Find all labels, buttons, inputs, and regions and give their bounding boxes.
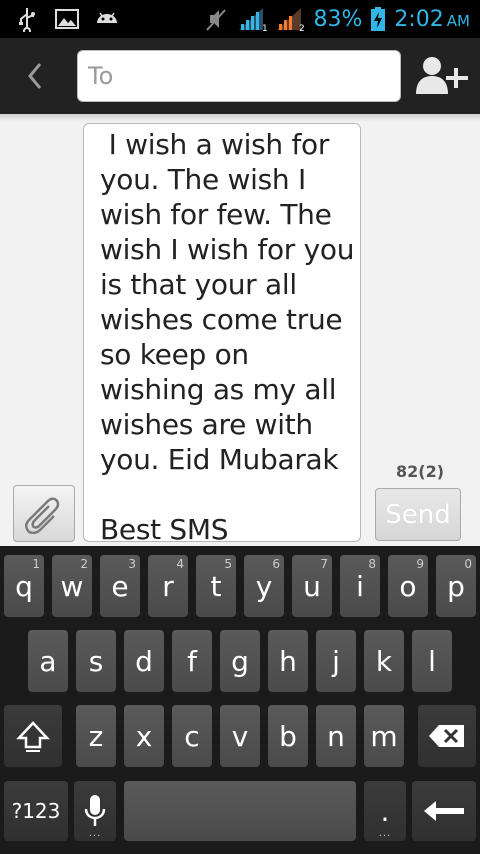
key-i[interactable]: i8 bbox=[340, 555, 380, 617]
battery-percent: 83% bbox=[313, 6, 363, 32]
key-d[interactable]: d bbox=[124, 630, 164, 692]
key-y-label: y bbox=[255, 569, 273, 603]
attach-button[interactable] bbox=[13, 485, 75, 542]
key-u-hint: 7 bbox=[320, 557, 328, 571]
key-l[interactable]: l bbox=[412, 630, 452, 692]
message-input[interactable]: I wish a wish for you. The wish I wish f… bbox=[83, 123, 361, 542]
key-w-hint: 2 bbox=[80, 557, 88, 571]
enter-arrow-icon bbox=[424, 801, 464, 821]
key-y[interactable]: y6 bbox=[244, 555, 284, 617]
key-h[interactable]: h bbox=[268, 630, 308, 692]
back-chevron-icon[interactable] bbox=[20, 60, 50, 92]
key-w[interactable]: w2 bbox=[52, 555, 92, 617]
key-t-hint: 5 bbox=[224, 557, 232, 571]
signal-sim1-icon: 1 bbox=[239, 8, 267, 32]
key-i-hint: 8 bbox=[368, 557, 376, 571]
add-contact-icon[interactable] bbox=[412, 54, 472, 98]
key-f[interactable]: f bbox=[172, 630, 212, 692]
message-text: I wish a wish for you. The wish I wish f… bbox=[100, 128, 355, 542]
system-icons: 1 2 83% 2:02 AM bbox=[203, 0, 470, 38]
key-o-label: o bbox=[399, 569, 417, 603]
key-z[interactable]: z bbox=[76, 705, 116, 767]
key-t-label: t bbox=[210, 569, 222, 603]
backspace-key[interactable] bbox=[418, 705, 476, 767]
clock-time: 2:02 bbox=[394, 6, 444, 32]
recipient-placeholder: To bbox=[88, 62, 114, 90]
key-e-hint: 3 bbox=[128, 557, 136, 571]
key-o[interactable]: o9 bbox=[388, 555, 428, 617]
screen: { "status_bar": { "battery_percent": "83… bbox=[0, 0, 480, 854]
key-e-label: e bbox=[111, 569, 129, 603]
android-icon bbox=[97, 12, 117, 23]
key-p[interactable]: p0 bbox=[436, 555, 476, 617]
key-v[interactable]: v bbox=[220, 705, 260, 767]
recipient-input[interactable]: To bbox=[77, 50, 401, 102]
key-r[interactable]: r4 bbox=[148, 555, 188, 617]
key-e[interactable]: e3 bbox=[100, 555, 140, 617]
paperclip-icon bbox=[24, 497, 60, 534]
compose-shadow bbox=[0, 114, 480, 122]
mic-key[interactable]: ... bbox=[74, 781, 116, 841]
mic-key-more-dots: ... bbox=[88, 828, 102, 839]
key-r-hint: 4 bbox=[176, 557, 184, 571]
key-x[interactable]: x bbox=[124, 705, 164, 767]
shift-icon bbox=[16, 721, 50, 752]
compose-area: I wish a wish for you. The wish I wish f… bbox=[0, 114, 480, 546]
key-j[interactable]: j bbox=[316, 630, 356, 692]
key-m[interactable]: m bbox=[364, 705, 404, 767]
clock: 2:02 AM bbox=[394, 7, 470, 32]
clock-ampm: AM bbox=[446, 11, 470, 30]
key-q-hint: 1 bbox=[32, 557, 40, 571]
battery-charging-icon bbox=[371, 7, 386, 31]
key-g[interactable]: g bbox=[220, 630, 260, 692]
svg-text:2: 2 bbox=[299, 24, 305, 32]
key-u-label: u bbox=[303, 569, 321, 603]
signal-sim2-icon: 2 bbox=[277, 8, 305, 32]
key-t[interactable]: t5 bbox=[196, 555, 236, 617]
usb-icon bbox=[19, 8, 35, 32]
gallery-icon bbox=[55, 9, 79, 29]
period-key-more-dots: ... bbox=[378, 828, 392, 839]
key-a[interactable]: a bbox=[28, 630, 68, 692]
key-s[interactable]: s bbox=[76, 630, 116, 692]
key-w-label: w bbox=[60, 569, 84, 603]
key-b[interactable]: b bbox=[268, 705, 308, 767]
key-u[interactable]: u7 bbox=[292, 555, 332, 617]
key-p-label: p bbox=[447, 569, 465, 603]
key-k[interactable]: k bbox=[364, 630, 404, 692]
status-bar: 1 2 83% 2:02 AM bbox=[0, 0, 480, 38]
enter-key[interactable] bbox=[412, 781, 476, 841]
key-p-hint: 0 bbox=[464, 557, 472, 571]
key-i-label: i bbox=[356, 569, 364, 603]
key-c[interactable]: c bbox=[172, 705, 212, 767]
key-n[interactable]: n bbox=[316, 705, 356, 767]
character-counter: 82(2) bbox=[396, 462, 445, 481]
shift-key[interactable] bbox=[4, 705, 62, 767]
action-bar: To bbox=[0, 38, 480, 114]
key-q-label: q bbox=[15, 569, 33, 603]
key-o-hint: 9 bbox=[416, 557, 424, 571]
period-label: . bbox=[380, 794, 390, 828]
notification-icons bbox=[14, 6, 120, 32]
space-key[interactable] bbox=[124, 781, 356, 841]
key-r-label: r bbox=[162, 569, 174, 603]
soft-keyboard: q1 w2 e3 r4 t5 y6 u7 i8 o9 p0 a s d f g … bbox=[0, 546, 480, 854]
key-y-hint: 6 bbox=[272, 557, 280, 571]
key-q[interactable]: q1 bbox=[4, 555, 44, 617]
mic-icon bbox=[84, 795, 106, 826]
send-button[interactable]: Send bbox=[375, 488, 461, 541]
period-key[interactable]: . ... bbox=[364, 781, 406, 841]
backspace-icon bbox=[429, 725, 464, 747]
svg-text:1: 1 bbox=[262, 24, 267, 32]
mute-icon bbox=[206, 9, 227, 31]
symbols-key[interactable]: ?123 bbox=[4, 781, 68, 841]
